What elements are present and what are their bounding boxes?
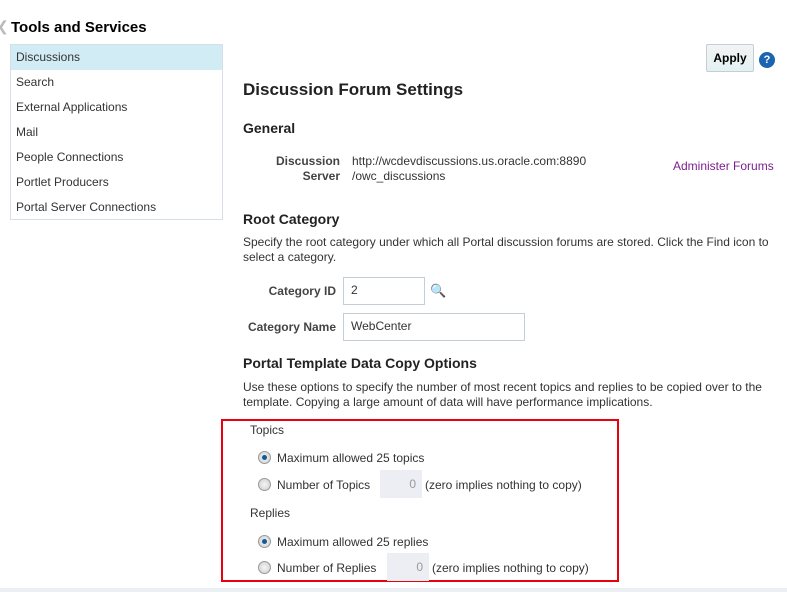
page-title: Discussion Forum Settings <box>243 80 464 99</box>
label-line-2: Server <box>302 169 340 183</box>
replies-max-label: Maximum allowed 25 replies <box>277 535 429 549</box>
sidebar-item-discussions[interactable]: Discussions <box>11 45 222 70</box>
collapse-icon[interactable]: ❮ <box>0 18 9 35</box>
category-name-input[interactable]: WebCenter <box>343 313 525 341</box>
sidebar-item-people-connections[interactable]: People Connections <box>11 145 222 170</box>
discussion-server-value: http://wcdevdiscussions.us.oracle.com:88… <box>352 154 586 184</box>
replies-hint: (zero implies nothing to copy) <box>432 561 589 575</box>
replies-max-radio[interactable] <box>258 535 271 548</box>
topics-number-radio[interactable] <box>258 478 271 491</box>
replies-number-input[interactable]: 0 <box>387 553 429 581</box>
find-icon[interactable]: 🔍 <box>430 283 446 299</box>
topics-max-radio[interactable] <box>258 451 271 464</box>
bottom-bar <box>0 588 787 592</box>
server-value-line-1: http://wcdevdiscussions.us.oracle.com:88… <box>352 154 587 168</box>
category-name-label: Category Name <box>247 320 336 334</box>
sidebar-item-external-applications[interactable]: External Applications <box>11 95 222 120</box>
administer-forums-link[interactable]: Administer Forums <box>673 159 774 173</box>
copy-options-heading: Portal Template Data Copy Options <box>243 355 477 371</box>
sidebar-list: Discussions Search External Applications… <box>10 44 223 220</box>
server-value-line-2: /owc_discussions <box>352 169 446 183</box>
discussion-server-label: Discussion Server <box>260 154 340 184</box>
replies-number-label: Number of Replies <box>277 561 377 575</box>
replies-number-radio[interactable] <box>258 561 271 574</box>
topics-number-label: Number of Topics <box>277 478 371 492</box>
copy-options-description: Use these options to specify the number … <box>243 380 762 409</box>
category-id-label: Category ID <box>268 284 336 298</box>
label-line-1: Discussion <box>275 154 340 168</box>
category-id-input[interactable]: 2 <box>343 277 425 305</box>
root-category-description: Specify the root category under which al… <box>243 235 769 264</box>
topics-number-input[interactable]: 0 <box>380 470 422 498</box>
help-icon[interactable]: ? <box>759 52 775 68</box>
topics-label: Topics <box>250 423 285 437</box>
apply-button[interactable]: Apply <box>706 44 754 72</box>
sidebar-item-portal-server-connections[interactable]: Portal Server Connections <box>11 195 222 220</box>
sidebar-item-portlet-producers[interactable]: Portlet Producers <box>11 170 222 195</box>
topics-hint: (zero implies nothing to copy) <box>425 478 582 492</box>
topics-max-label: Maximum allowed 25 topics <box>277 451 425 465</box>
replies-label: Replies <box>250 506 291 520</box>
general-heading: General <box>243 120 296 136</box>
root-category-heading: Root Category <box>243 211 340 227</box>
sidebar-item-search[interactable]: Search <box>11 70 222 95</box>
sidebar-title: Tools and Services <box>11 19 147 36</box>
sidebar-item-mail[interactable]: Mail <box>11 120 222 145</box>
